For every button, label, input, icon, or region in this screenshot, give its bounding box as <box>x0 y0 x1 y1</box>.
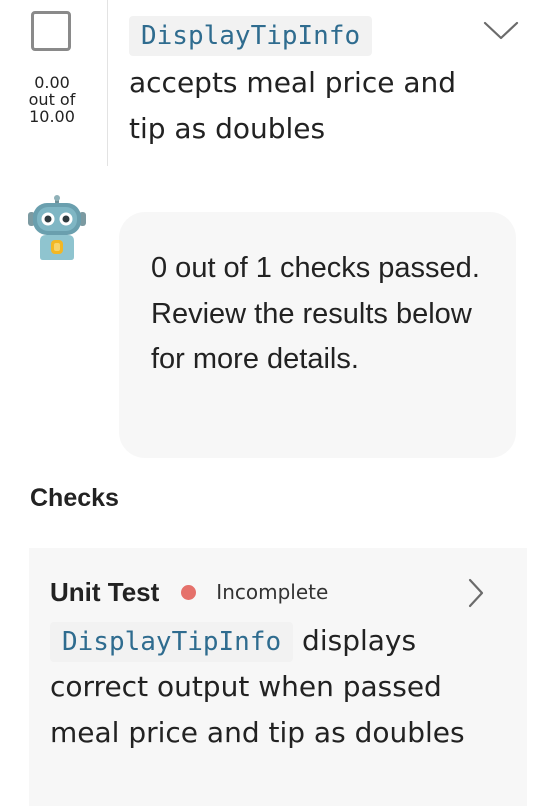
checks-heading: Checks <box>30 484 119 512</box>
status-dot-icon <box>181 584 197 600</box>
check-type-label: Unit Test <box>50 576 160 607</box>
check-description: DisplayTipInfo displays correct output w… <box>50 618 470 756</box>
item-description: accepts meal price and tip as doubles <box>129 66 457 145</box>
score-out-of-label: out of <box>28 90 76 109</box>
check-function-name-code: DisplayTipInfo <box>50 622 294 662</box>
assistant-message: 0 out of 1 checks passed. Review the res… <box>151 252 480 375</box>
item-checkbox[interactable] <box>31 11 71 51</box>
robot-avatar-icon <box>28 195 86 260</box>
status-label: Incomplete <box>216 580 329 604</box>
score-max: 10.00 <box>29 107 75 126</box>
card-header: Unit Test Incomplete <box>50 574 328 610</box>
unit-test-card[interactable]: Unit Test Incomplete DisplayTipInfo disp… <box>29 548 527 806</box>
vertical-divider <box>107 0 108 166</box>
item-title: DisplayTipInfo accepts meal price and ti… <box>129 12 489 152</box>
page: 0.00 out of 10.00 DisplayTipInfo accepts… <box>0 0 552 806</box>
score-display: 0.00 out of 10.00 <box>16 74 88 125</box>
check-item: 0.00 out of 10.00 DisplayTipInfo accepts… <box>0 0 552 170</box>
function-name-code: DisplayTipInfo <box>129 16 373 56</box>
chevron-right-icon[interactable] <box>465 576 487 610</box>
score-value: 0.00 <box>34 73 70 92</box>
assistant-message-bubble: 0 out of 1 checks passed. Review the res… <box>119 212 516 458</box>
chevron-down-icon[interactable] <box>481 17 521 45</box>
